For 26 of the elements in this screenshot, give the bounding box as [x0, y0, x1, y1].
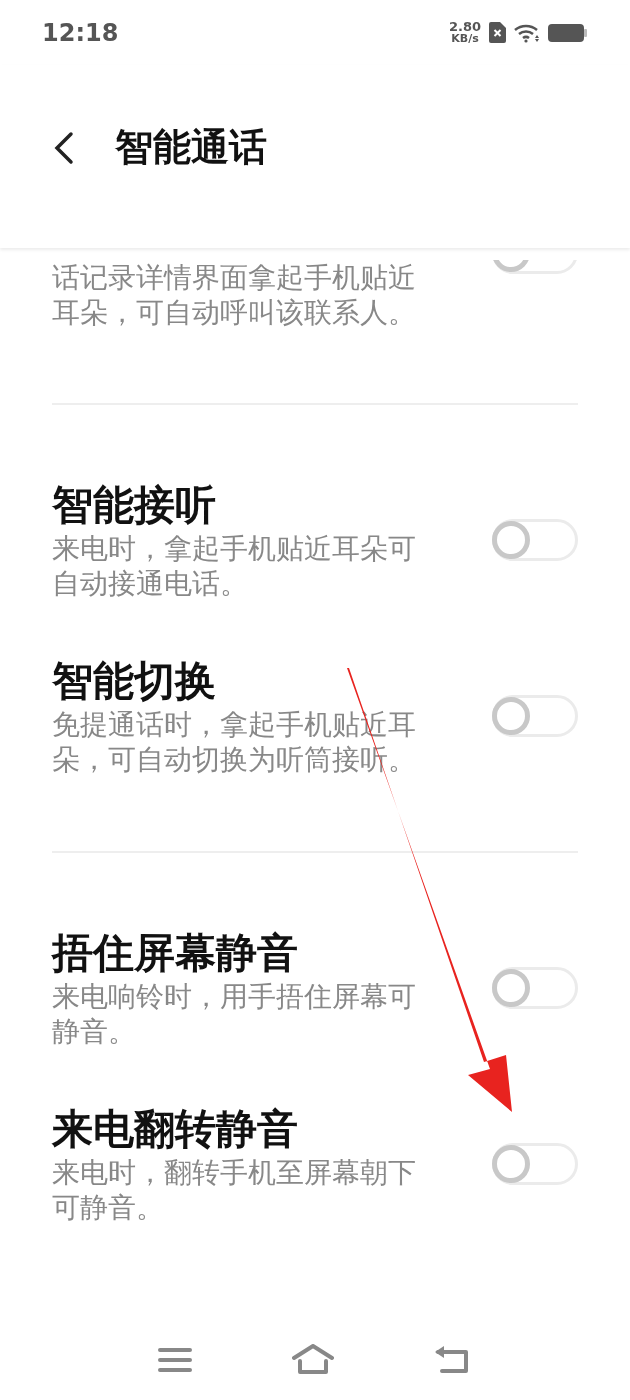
- setting-title: 智能切换: [52, 656, 217, 707]
- setting-description: 来电时，拿起手机贴近耳朵可自动接通电话。: [52, 531, 417, 601]
- toggle-switch[interactable]: [492, 967, 578, 1009]
- network-speed-unit: KB/s: [451, 32, 479, 45]
- setting-description: 话记录详情界面拿起手机贴近耳朵，可自动呼叫该联系人。: [52, 260, 417, 330]
- return-icon: [434, 1345, 470, 1375]
- network-speed: 2.80: [448, 20, 481, 33]
- no-sim-icon: [489, 22, 506, 43]
- status-time: 12:18: [42, 17, 119, 49]
- menu-icon: [158, 1347, 192, 1373]
- wifi-icon: [514, 22, 540, 43]
- toggle-switch[interactable]: [492, 695, 578, 737]
- back-icon: [52, 130, 74, 165]
- page-title: 智能通话: [115, 124, 267, 171]
- setting-description: 来电时，翻转手机至屏幕朝下可静音。: [52, 1155, 417, 1225]
- menu-button[interactable]: [158, 1347, 192, 1373]
- setting-description: 来电响铃时，用手捂住屏幕可静音。: [52, 979, 417, 1049]
- home-button[interactable]: [292, 1344, 334, 1376]
- setting-title: 智能接听: [52, 480, 217, 531]
- battery-icon: [548, 22, 588, 43]
- setting-title: 来电翻转静音: [52, 1104, 299, 1155]
- toggle-switch[interactable]: [492, 519, 578, 561]
- setting-title: 捂住屏幕静音: [52, 928, 299, 979]
- back-nav-button[interactable]: [434, 1345, 470, 1375]
- home-icon: [292, 1344, 334, 1376]
- toggle-switch[interactable]: [492, 1143, 578, 1185]
